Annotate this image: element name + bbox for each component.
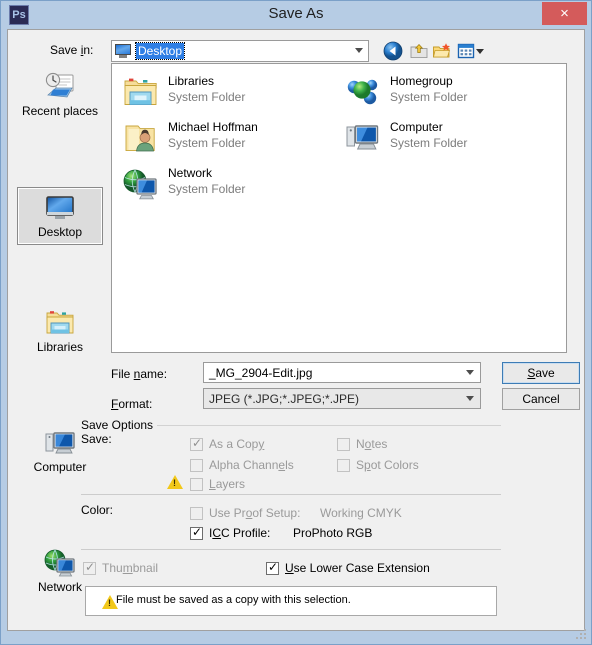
- desktop-icon: [43, 192, 77, 224]
- libraries-folder-icon: [43, 307, 77, 339]
- title-bar: Ps Save As ×: [1, 1, 591, 29]
- save-in-label: Save in:: [50, 43, 94, 57]
- file-name-input[interactable]: _MG_2904-Edit.jpg: [203, 362, 481, 383]
- checkbox-label: Thumbnail: [102, 561, 159, 575]
- homegroup-icon: [344, 74, 382, 110]
- file-type: System Folder: [168, 136, 246, 150]
- checkbox-box: [190, 459, 203, 472]
- checkbox-box: ✓: [266, 560, 279, 575]
- checkbox-box: [337, 438, 350, 451]
- save-options-divider: [81, 494, 501, 495]
- checkbox-box: ✓: [190, 436, 203, 451]
- place-item-desktop[interactable]: Desktop: [17, 187, 103, 245]
- file-type: System Folder: [168, 90, 246, 104]
- check-icon: ✓: [192, 436, 203, 450]
- user-folder-icon: [122, 120, 160, 156]
- check-icon: ✓: [85, 560, 96, 574]
- place-label: Desktop: [37, 225, 83, 239]
- checkbox-label: Layers: [209, 477, 246, 491]
- check-icon: ✓: [192, 525, 203, 539]
- chevron-down-icon[interactable]: [466, 370, 474, 375]
- file-name: Network: [168, 166, 213, 180]
- checkbox-label: ICC Profile:: [209, 526, 271, 540]
- warning-icon: [167, 475, 183, 489]
- file-name: Michael Hoffman: [168, 120, 258, 134]
- file-type: System Folder: [168, 182, 246, 196]
- resize-grip[interactable]: [576, 629, 588, 641]
- save-options-divider-2: [81, 549, 501, 550]
- color-section-label: Color:: [81, 503, 114, 517]
- computer-icon: [344, 120, 382, 156]
- close-button[interactable]: ×: [542, 2, 587, 25]
- checkbox-label: Spot Colors: [356, 458, 419, 472]
- file-name-value: _MG_2904-Edit.jpg: [209, 366, 313, 380]
- save-as-dialog-window: Ps Save As × Save in: Desktop Recent pla…: [0, 0, 592, 645]
- checkbox-label: As a Copy: [209, 437, 265, 451]
- proof-setup-value: Working CMYK: [320, 506, 402, 520]
- list-item[interactable]: Libraries System Folder: [118, 70, 330, 116]
- file-name: Computer: [390, 120, 443, 134]
- file-name-label: File name:: [111, 367, 168, 381]
- checkbox-box: [190, 507, 203, 520]
- place-label: Recent places: [21, 104, 99, 118]
- format-label: Format:: [111, 397, 153, 411]
- chevron-down-icon[interactable]: [355, 48, 363, 53]
- save-in-value: Desktop: [134, 42, 186, 60]
- places-bar: Recent places Desktop Libraries Computer…: [17, 67, 103, 594]
- place-label: Libraries: [36, 340, 84, 354]
- network-icon: [122, 166, 160, 202]
- checkbox-box: ✓: [83, 560, 96, 575]
- checkbox-box: [190, 478, 203, 491]
- list-item[interactable]: Homegroup System Folder: [340, 70, 552, 116]
- file-name: Homegroup: [390, 74, 453, 88]
- checkbox-label: Use Lower Case Extension: [285, 561, 430, 575]
- save-in-combobox[interactable]: Desktop: [111, 40, 369, 62]
- message-text: File must be saved as a copy with this s…: [116, 594, 351, 606]
- network-icon: [43, 547, 77, 579]
- save-button[interactable]: Save: [502, 362, 580, 384]
- file-name: Libraries: [168, 74, 215, 88]
- checkbox-box: ✓: [190, 525, 203, 540]
- up-folder-button[interactable]: [409, 41, 429, 61]
- list-item[interactable]: Network System Folder: [118, 162, 330, 208]
- libraries-folder-icon: [122, 74, 160, 110]
- file-type: System Folder: [390, 90, 468, 104]
- place-label: Computer: [33, 460, 87, 474]
- checkbox-label: Use Proof Setup:: [209, 506, 301, 520]
- desktop-icon: [115, 44, 131, 58]
- format-select[interactable]: JPEG (*.JPG;*.JPEG;*.JPE): [203, 388, 481, 409]
- message-box: File must be saved as a copy with this s…: [85, 586, 497, 616]
- chevron-down-icon[interactable]: [466, 396, 474, 401]
- list-item[interactable]: Michael Hoffman System Folder: [118, 116, 330, 162]
- check-icon: ✓: [268, 560, 279, 574]
- save-options-title: Save Options: [81, 418, 158, 432]
- checkbox-box: [337, 459, 350, 472]
- save-section-label: Save:: [81, 432, 112, 446]
- new-folder-button[interactable]: [432, 41, 452, 61]
- place-item-libraries[interactable]: Libraries: [17, 307, 103, 365]
- recent-places-icon: [43, 71, 77, 103]
- window-title: Save As: [268, 5, 324, 22]
- format-value: JPEG (*.JPG;*.JPEG;*.JPE): [209, 392, 360, 406]
- views-chevron-down-icon[interactable]: [476, 49, 484, 54]
- views-button[interactable]: [456, 41, 476, 61]
- file-type: System Folder: [390, 136, 468, 150]
- checkbox-label: Notes: [356, 437, 388, 451]
- checkbox-label: Alpha Channels: [209, 458, 294, 472]
- cancel-button[interactable]: Cancel: [502, 388, 580, 410]
- file-list[interactable]: Libraries System Folder Homegroup System…: [111, 63, 567, 353]
- icc-profile-value: ProPhoto RGB: [293, 526, 373, 540]
- list-item[interactable]: Computer System Folder: [340, 116, 552, 162]
- computer-icon: [43, 427, 77, 459]
- place-item-recent-places[interactable]: Recent places: [17, 71, 103, 129]
- back-button[interactable]: [383, 41, 403, 61]
